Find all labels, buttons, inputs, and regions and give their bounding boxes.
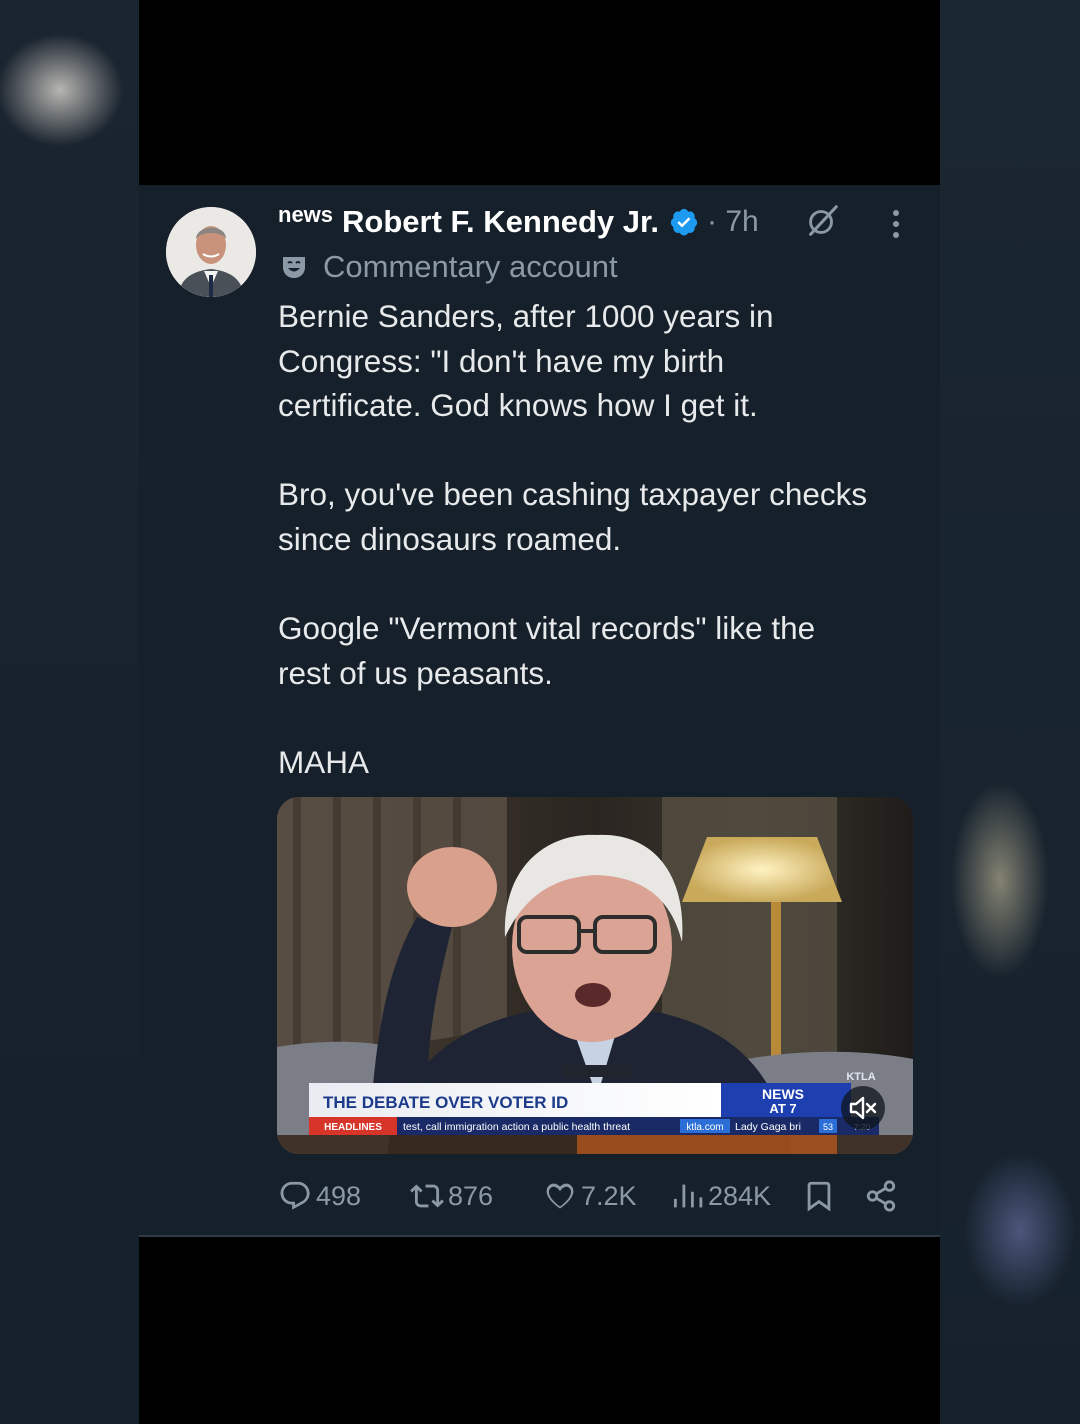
tweet-line: Bro, you've been cashing taxpayer checks	[278, 476, 868, 513]
reply-button[interactable]: 498	[278, 1174, 361, 1218]
tweet-text: Bernie Sanders, after 1000 years in Cong…	[278, 294, 928, 785]
tweet-line: certificate. God knows how I get it.	[278, 387, 758, 424]
ticker-text: test, call immigration action a public h…	[403, 1121, 630, 1133]
author-avatar[interactable]	[166, 207, 256, 297]
views-button[interactable]: 284K	[670, 1174, 771, 1218]
repost-count: 876	[448, 1180, 494, 1211]
more-options-icon[interactable]	[884, 206, 908, 242]
share-icon	[866, 1180, 896, 1212]
repost-icon	[410, 1184, 444, 1208]
ticker-more: Lady Gaga bri	[735, 1121, 801, 1133]
mute-icon[interactable]	[840, 1085, 886, 1131]
tweet-line: Google "Vermont vital records" like the	[278, 610, 816, 647]
news-at-7-line1: NEWS	[762, 1086, 804, 1102]
tweet-line: Bernie Sanders, after 1000 years in	[278, 298, 774, 334]
like-button[interactable]: 7.2K	[543, 1174, 637, 1218]
repost-button[interactable]: 876	[410, 1174, 493, 1218]
commentary-account-label: Commentary account	[323, 249, 618, 284]
account-label: Commentary account	[280, 249, 618, 285]
share-button[interactable]	[864, 1174, 902, 1218]
ticker-label: HEADLINES	[324, 1122, 382, 1133]
heart-icon	[546, 1183, 574, 1209]
action-bar: 498 876 7.2K 284K	[0, 1174, 1080, 1218]
verified-badge-icon	[670, 208, 698, 236]
views-icon	[673, 1184, 703, 1208]
comedy-mask-icon	[283, 257, 305, 278]
bookmark-button[interactable]	[802, 1174, 840, 1218]
grok-icon[interactable]	[803, 202, 841, 240]
tweet-line: since dinosaurs roamed.	[278, 520, 622, 557]
station-logo: KTLA	[846, 1071, 875, 1083]
embedded-video[interactable]: THE DEBATE OVER VOTER ID NEWS AT 7 KTLA …	[277, 797, 913, 1154]
bookmark-icon	[807, 1181, 831, 1212]
tweet-header: news Robert F. Kennedy Jr. · 7h	[278, 200, 759, 244]
tweet-line: Congress: "I don't have my birth	[278, 342, 725, 379]
views-count: 284K	[708, 1180, 772, 1211]
news-prefix: news	[278, 202, 334, 227]
post-time[interactable]: · 7h	[707, 205, 759, 239]
news-at-7-line2: AT 7	[769, 1101, 796, 1116]
ticker-site: ktla.com	[686, 1122, 723, 1133]
tweet-line: MAHA	[278, 743, 370, 780]
ticker-temp: 53	[823, 1122, 833, 1132]
reply-icon	[280, 1181, 310, 1210]
like-count: 7.2K	[581, 1180, 637, 1211]
reply-count: 498	[316, 1180, 362, 1211]
video-still: THE DEBATE OVER VOTER ID NEWS AT 7 KTLA …	[277, 797, 913, 1154]
tweet-line: rest of us peasants.	[278, 654, 553, 691]
author-name[interactable]: Robert F. Kennedy Jr.	[342, 204, 659, 240]
lower-third-title: THE DEBATE OVER VOTER ID	[323, 1093, 568, 1112]
